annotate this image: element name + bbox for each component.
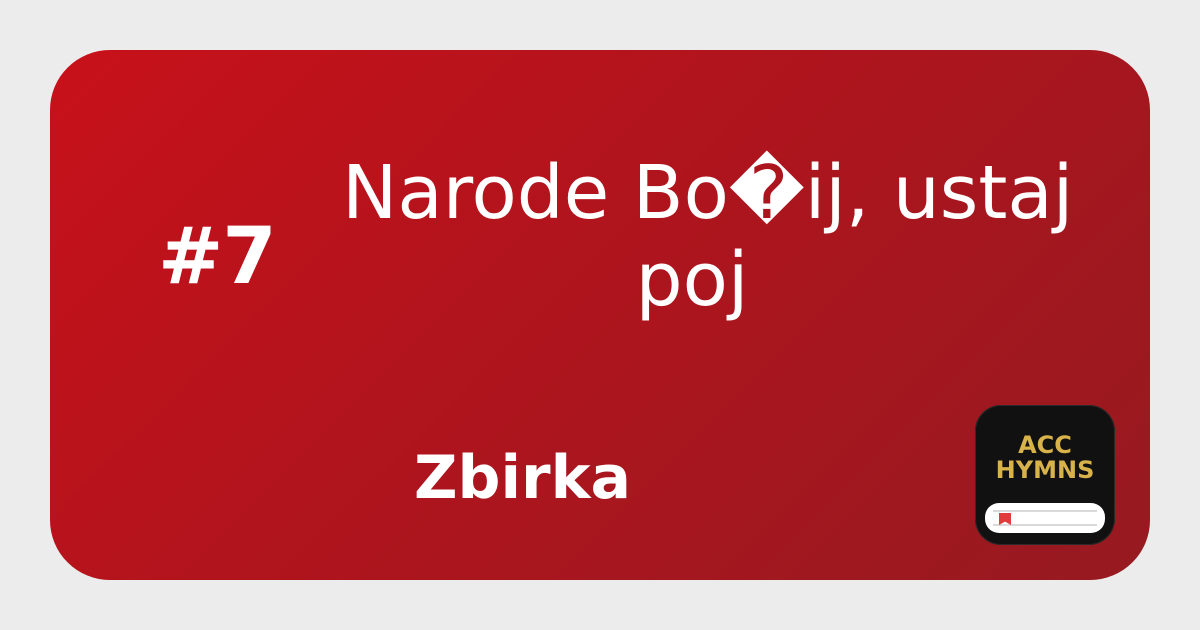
hymn-number: #7: [158, 212, 277, 302]
app-icon-label-line-2: HYMNS: [995, 456, 1095, 484]
app-icon-label-line-1: ACC: [1018, 431, 1072, 459]
hymn-title-line-2: poj: [635, 237, 749, 324]
page-frame: #7 Narode Bo�ij, ustaj poj Zbirka ACC HY…: [0, 0, 1200, 630]
collection-name: Zbirka: [414, 443, 632, 513]
hymn-title: Narode Bo�ij, ustaj poj: [342, 150, 1074, 325]
hymn-title-line-1: Narode Bo�ij, ustaj: [342, 150, 1074, 236]
acc-hymns-app-icon: ACC HYMNS: [975, 405, 1115, 545]
hymn-card: #7 Narode Bo�ij, ustaj poj Zbirka ACC HY…: [50, 50, 1150, 580]
